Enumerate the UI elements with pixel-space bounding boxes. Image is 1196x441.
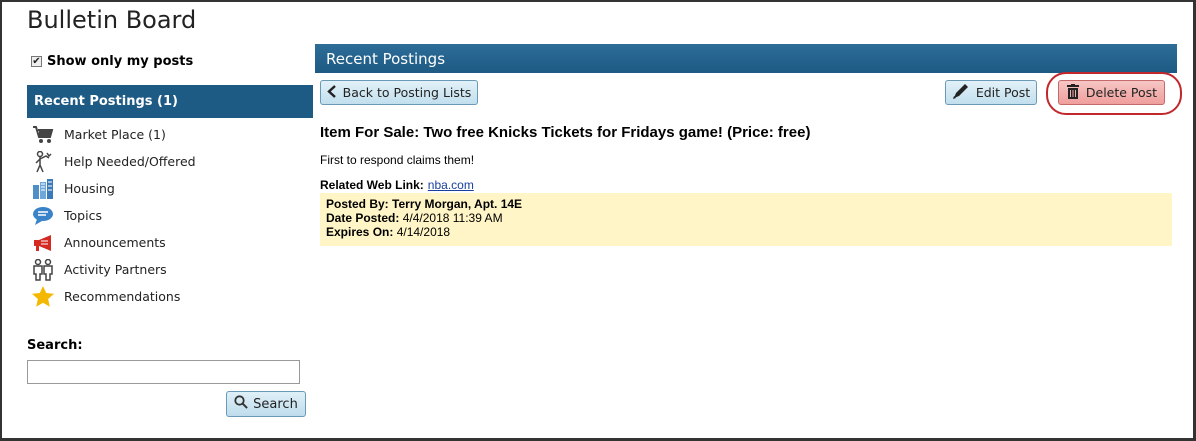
sidebar-item-housing[interactable]: Housing bbox=[31, 175, 196, 202]
sidebar-item-topics[interactable]: Topics bbox=[31, 202, 196, 229]
posted-by-value: Terry Morgan, Apt. 14E bbox=[392, 197, 523, 211]
show-only-my-posts-label: Show only my posts bbox=[47, 54, 194, 69]
sidebar-header[interactable]: Recent Postings (1) bbox=[27, 85, 313, 118]
people-icon bbox=[31, 258, 55, 281]
delete-button-label: Delete Post bbox=[1085, 85, 1158, 100]
date-posted-row: Date Posted: 4/4/2018 11:39 AM bbox=[326, 211, 1166, 225]
delete-post-button[interactable]: Delete Post bbox=[1058, 80, 1165, 105]
sidebar-item-label: Help Needed/Offered bbox=[64, 154, 196, 169]
sidebar-item-announcements[interactable]: Announcements bbox=[31, 229, 196, 256]
checkbox-checked-icon[interactable]: ✔ bbox=[31, 56, 42, 67]
sidebar-item-label: Announcements bbox=[64, 235, 166, 250]
search-button[interactable]: Search bbox=[226, 391, 306, 417]
back-to-posting-lists-button[interactable]: Back to Posting Lists bbox=[320, 80, 478, 105]
related-link-row: Related Web Link: nba.com bbox=[320, 178, 474, 192]
post-meta-box: Posted By: Terry Morgan, Apt. 14E Date P… bbox=[320, 193, 1172, 246]
search-label: Search: bbox=[27, 338, 83, 353]
posted-by-label: Posted By: bbox=[326, 197, 389, 211]
date-posted-label: Date Posted: bbox=[326, 211, 400, 225]
star-icon bbox=[31, 286, 55, 308]
trash-icon bbox=[1066, 83, 1080, 102]
sidebar-item-help-needed[interactable]: Help Needed/Offered bbox=[31, 148, 196, 175]
category-list: Market Place (1) Help Needed/Offered Hou… bbox=[31, 121, 196, 310]
buildings-icon bbox=[31, 178, 55, 200]
sidebar-item-label: Topics bbox=[64, 208, 102, 223]
sidebar-item-label: Market Place (1) bbox=[64, 127, 166, 142]
pencil-icon bbox=[952, 83, 970, 102]
related-link-label: Related Web Link: bbox=[320, 178, 424, 192]
sidebar-item-label: Housing bbox=[64, 181, 115, 196]
posted-by-row: Posted By: Terry Morgan, Apt. 14E bbox=[326, 197, 1166, 211]
sidebar-item-label: Recommendations bbox=[64, 289, 181, 304]
expires-label: Expires On: bbox=[326, 225, 394, 239]
post-title: Item For Sale: Two free Knicks Tickets f… bbox=[320, 124, 811, 141]
helping-person-icon bbox=[31, 150, 55, 173]
edit-post-button[interactable]: Edit Post bbox=[945, 80, 1037, 105]
sidebar-item-label: Activity Partners bbox=[64, 262, 167, 277]
post-description: First to respond claims them! bbox=[320, 153, 475, 167]
search-button-label: Search bbox=[253, 396, 298, 412]
expires-row: Expires On: 4/14/2018 bbox=[326, 225, 1166, 239]
magnifier-icon bbox=[234, 395, 248, 413]
back-button-label: Back to Posting Lists bbox=[342, 85, 472, 100]
main-header: Recent Postings bbox=[315, 44, 1177, 73]
related-web-link[interactable]: nba.com bbox=[428, 178, 474, 192]
edit-button-label: Edit Post bbox=[975, 85, 1031, 100]
sidebar-item-recommendations[interactable]: Recommendations bbox=[31, 283, 196, 310]
show-only-my-posts-checkbox[interactable]: ✔ Show only my posts bbox=[31, 54, 193, 69]
search-input[interactable] bbox=[27, 360, 300, 384]
date-posted-value: 4/4/2018 11:39 AM bbox=[402, 211, 503, 225]
megaphone-icon bbox=[31, 232, 55, 254]
sidebar-item-market-place[interactable]: Market Place (1) bbox=[31, 121, 196, 148]
chevron-left-icon bbox=[326, 84, 337, 101]
speech-bubble-icon bbox=[31, 205, 55, 227]
expires-value: 4/14/2018 bbox=[396, 225, 451, 239]
sidebar-item-activity-partners[interactable]: Activity Partners bbox=[31, 256, 196, 283]
page-title: Bulletin Board bbox=[27, 6, 197, 34]
cart-icon bbox=[31, 124, 55, 146]
